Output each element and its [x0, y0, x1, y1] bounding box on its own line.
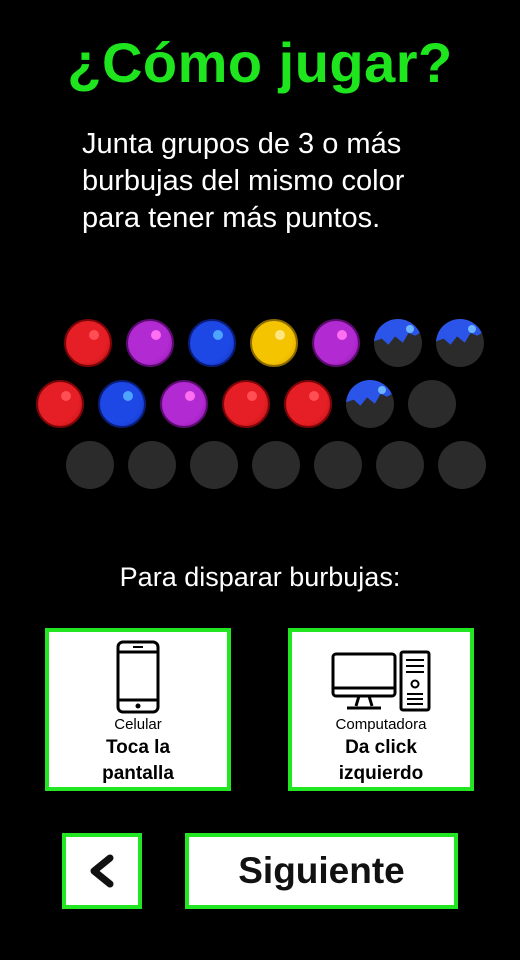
- cracked-bubble: [436, 319, 484, 367]
- purple-bubble: [160, 380, 208, 428]
- mobile-instruction-card: Celular Toca la pantalla: [45, 628, 231, 791]
- red-bubble: [36, 380, 84, 428]
- instructions-text: Junta grupos de 3 o más burbujas del mis…: [82, 126, 482, 237]
- cracked-bubble: [374, 319, 422, 367]
- device-action: Toca la pantalla: [102, 737, 174, 784]
- device-caption: Computadora: [335, 716, 427, 733]
- red-bubble: [222, 380, 270, 428]
- smartphone-icon: [49, 640, 227, 714]
- purple-bubble: [126, 319, 174, 367]
- shoot-heading: Para disparar burbujas:: [119, 562, 401, 592]
- empty-bubble-slot: [190, 441, 238, 489]
- red-bubble: [284, 380, 332, 428]
- page-title: ¿Cómo jugar?: [67, 31, 453, 94]
- device-caption: Celular: [114, 716, 162, 733]
- instructions-line: Junta grupos de 3 o más: [82, 128, 402, 160]
- empty-bubble-slot: [438, 441, 486, 489]
- cracked-bubble: [346, 380, 394, 428]
- next-button[interactable]: Siguiente: [185, 833, 458, 909]
- empty-bubble-slot: [376, 441, 424, 489]
- empty-bubble-slot: [128, 441, 176, 489]
- desktop-computer-icon: [292, 640, 470, 714]
- red-bubble: [64, 319, 112, 367]
- device-action: Da click izquierdo: [338, 737, 424, 784]
- back-button[interactable]: [62, 833, 142, 909]
- empty-bubble-slot: [408, 380, 456, 428]
- blue-bubble: [98, 380, 146, 428]
- computer-instruction-card: Computadora Da click izquierdo: [288, 628, 474, 791]
- chevron-left-icon: [90, 854, 114, 888]
- instructions-line: burbujas del mismo color: [82, 165, 405, 197]
- yellow-bubble: [250, 319, 298, 367]
- purple-bubble: [312, 319, 360, 367]
- instructions-line: para tener más puntos.: [82, 202, 381, 234]
- bubble-board-example: [0, 300, 520, 500]
- empty-bubble-slot: [66, 441, 114, 489]
- blue-bubble: [188, 319, 236, 367]
- empty-bubble-slot: [314, 441, 362, 489]
- empty-bubble-slot: [252, 441, 300, 489]
